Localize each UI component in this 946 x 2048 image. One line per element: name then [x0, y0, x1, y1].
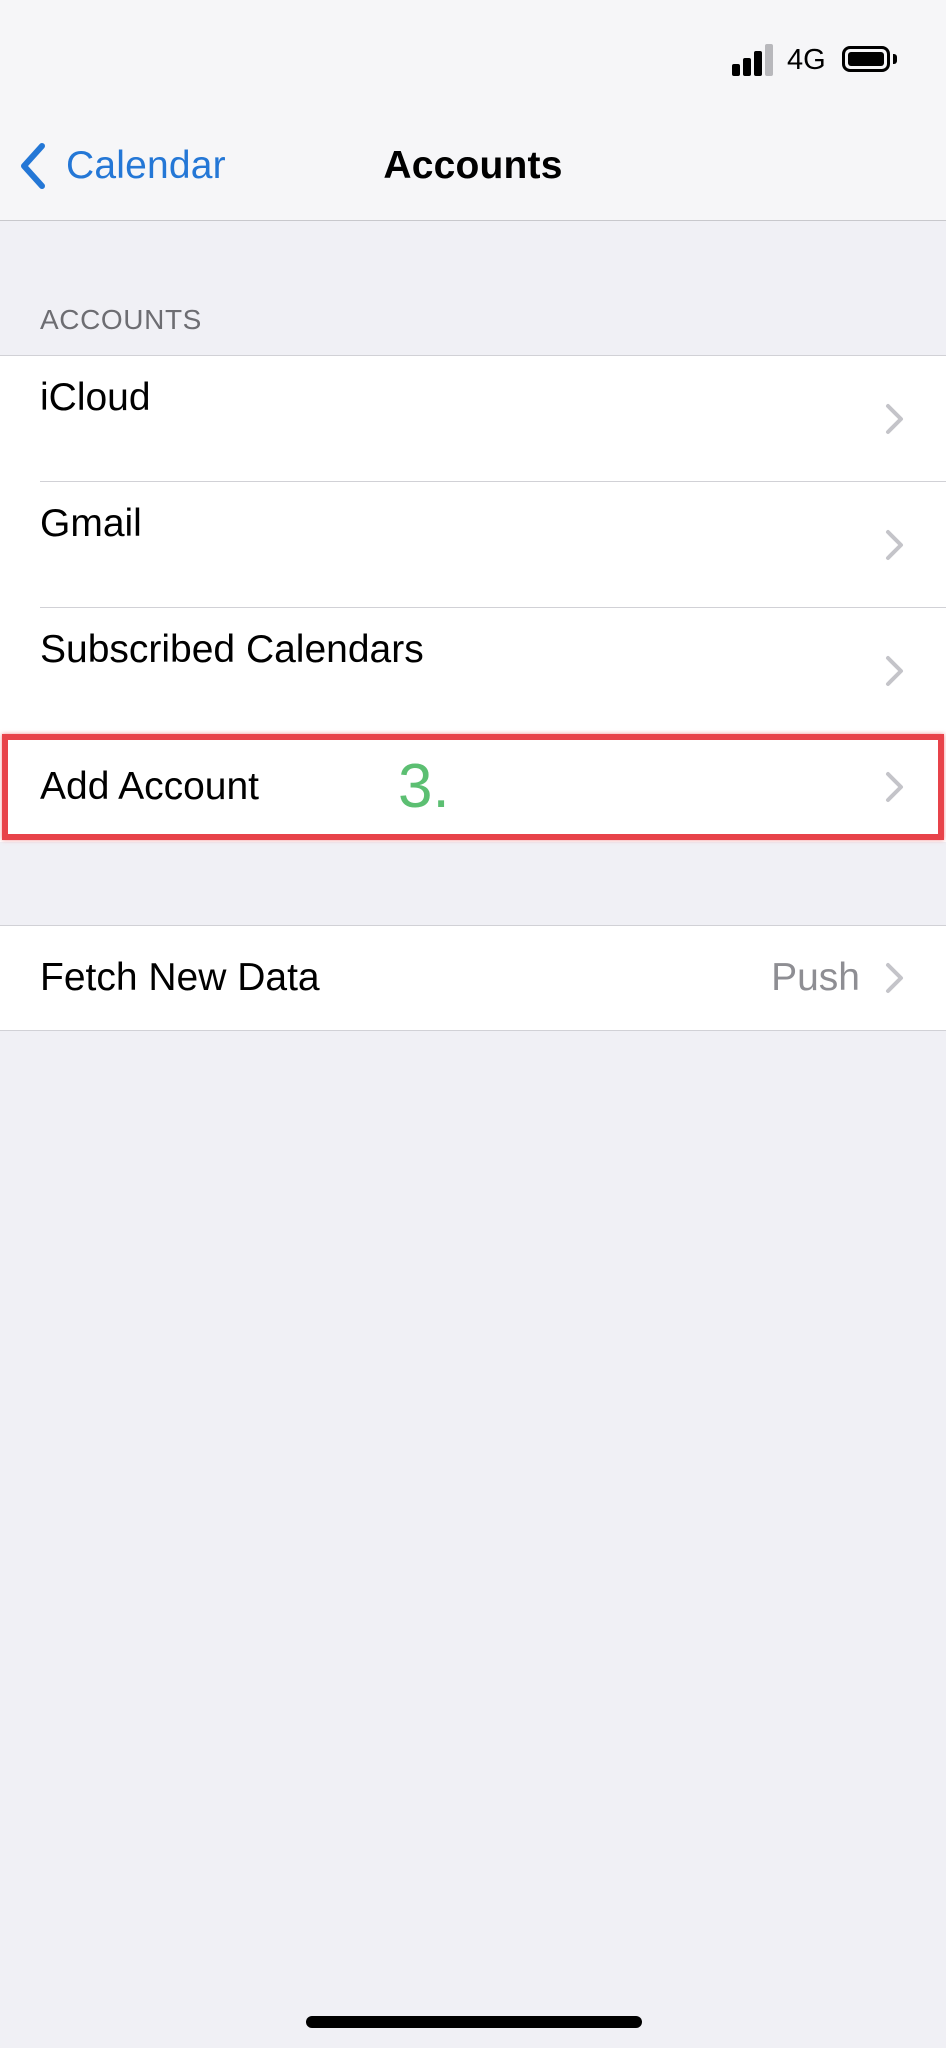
battery-cap	[893, 54, 897, 64]
accounts-list: iCloud Gmail Subscribed Calendars	[0, 355, 946, 735]
status-bar: 4G	[0, 0, 946, 110]
chevron-right-icon	[886, 963, 903, 993]
home-indicator[interactable]	[306, 2016, 642, 2028]
account-row-icloud[interactable]: iCloud	[0, 356, 946, 482]
step-annotation: 3.	[398, 752, 450, 821]
fetch-group: Fetch New Data Push	[0, 925, 946, 1031]
add-account-row[interactable]: Add Account	[0, 732, 946, 842]
navigation-bar: Calendar Accounts	[0, 110, 946, 221]
account-row-label: Gmail	[40, 502, 142, 545]
fetch-new-data-value: Push	[771, 956, 860, 999]
fetch-new-data-row[interactable]: Fetch New Data Push	[0, 926, 946, 1030]
account-row-label: iCloud	[40, 376, 151, 419]
section-header-accounts: ACCOUNTS	[40, 304, 202, 335]
chevron-right-icon	[886, 772, 903, 802]
chevron-right-icon	[886, 404, 903, 434]
fetch-new-data-label: Fetch New Data	[40, 956, 320, 999]
signal-icon	[732, 44, 776, 76]
add-account-label: Add Account	[40, 765, 259, 808]
network-type-label: 4G	[787, 44, 826, 76]
battery-icon	[842, 46, 890, 72]
account-row-subscribed-calendars[interactable]: Subscribed Calendars	[0, 608, 946, 734]
chevron-right-icon	[886, 530, 903, 560]
chevron-right-icon	[886, 656, 903, 686]
account-row-label: Subscribed Calendars	[40, 628, 424, 671]
account-row-gmail[interactable]: Gmail	[0, 482, 946, 608]
page-title: Accounts	[383, 144, 563, 187]
